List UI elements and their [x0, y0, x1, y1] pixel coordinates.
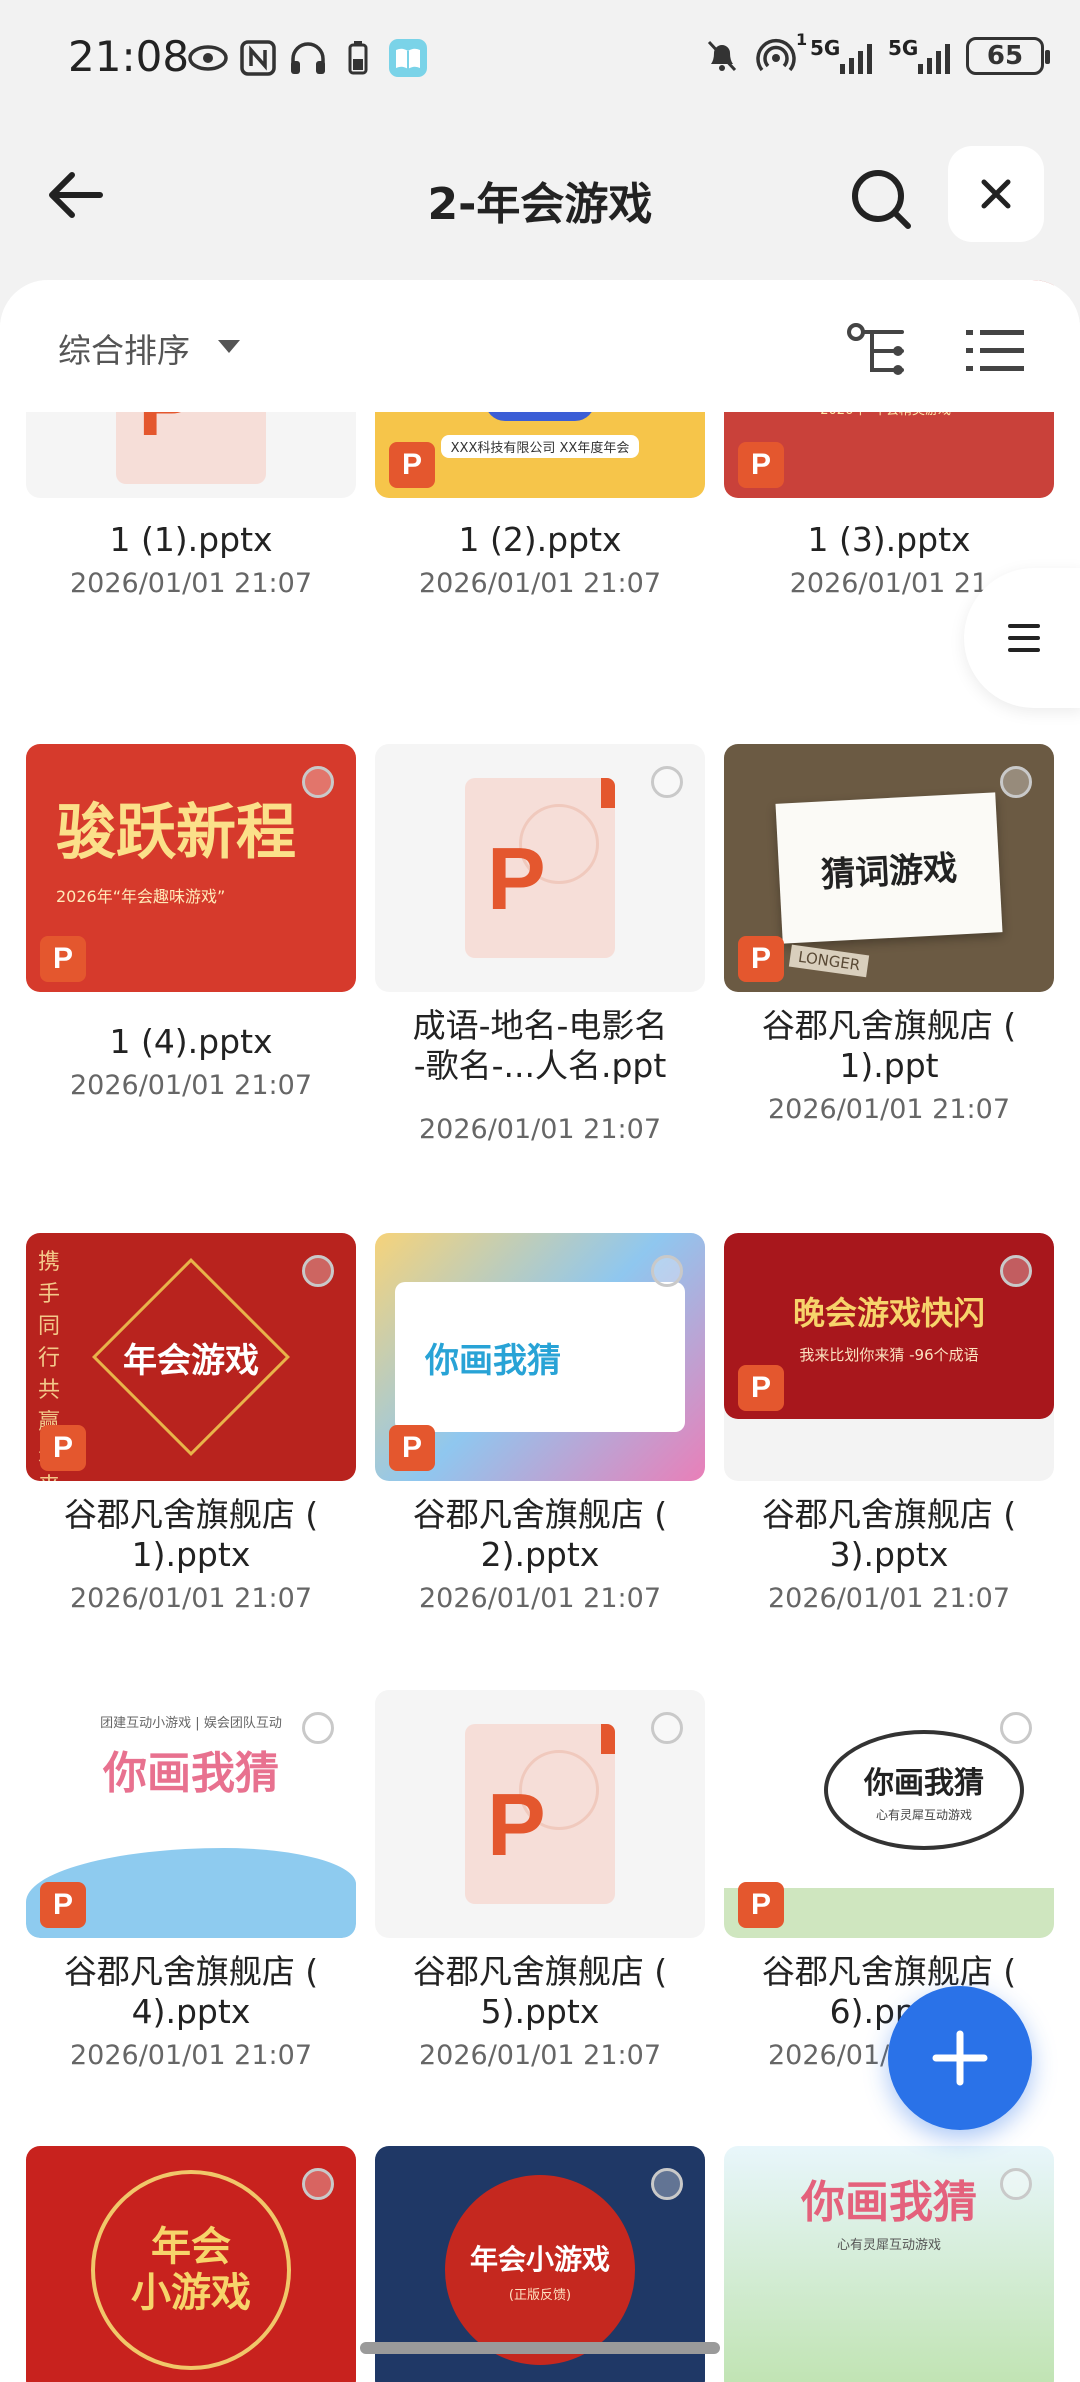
menu-icon	[1008, 624, 1040, 652]
eye-icon	[188, 38, 228, 78]
file-name: 成语-地名-电影名 -歌名-...人名.ppt	[412, 1006, 668, 1085]
file-date: 2026/01/01 21:07	[767, 1583, 1010, 1614]
file-thumbnail: P	[375, 744, 705, 992]
headphones-icon	[288, 38, 328, 78]
file-date: 2026/01/01 21:07	[69, 1583, 312, 1614]
signal-sim2-icon: 5G	[888, 36, 952, 76]
file-name: 1 (1).pptx	[109, 520, 273, 559]
search-button[interactable]	[842, 160, 922, 240]
file-thumbnail: 你画我猜 P	[375, 1233, 705, 1481]
select-checkbox[interactable]	[1000, 1255, 1032, 1287]
plus-icon	[932, 2030, 988, 2086]
select-checkbox[interactable]	[651, 1712, 683, 1744]
file-date: 2026/01/01 21:07	[418, 568, 661, 599]
select-checkbox[interactable]	[1000, 2168, 1032, 2200]
select-checkbox[interactable]	[302, 2168, 334, 2200]
ppt-badge-icon: P	[738, 1882, 784, 1928]
battery-indicator: 65	[966, 37, 1050, 75]
file-name: 谷郡凡舍旗舰店 ( 1).pptx	[63, 1495, 319, 1574]
signal-sim1-icon: 5G 1	[796, 30, 874, 76]
file-date: 2026/01/01 21:07	[418, 2040, 661, 2071]
home-indicator[interactable]	[360, 2342, 720, 2354]
file-thumbnail: 骏跃新程 2026年“年会趣味游戏” P	[26, 744, 356, 992]
file-thumbnail: P	[375, 1690, 705, 1938]
add-button[interactable]	[888, 1986, 1032, 2130]
file-date: 2026/01/01 21:07	[69, 568, 312, 599]
file-thumbnail: 你画我猜 心有灵犀互动游戏 P	[724, 1690, 1054, 1938]
mute-bell-icon	[702, 36, 742, 76]
nfc-icon	[238, 38, 278, 78]
file-date: 2026/01/01 21:07	[69, 1070, 312, 1101]
select-checkbox[interactable]	[651, 1255, 683, 1287]
ppt-badge-icon: P	[40, 1882, 86, 1928]
file-name: 1 (4).pptx	[109, 1022, 273, 1061]
tree-icon	[847, 323, 904, 375]
status-bar: 21:08 5G 1 5G 65	[0, 0, 1080, 120]
ppt-badge-icon: P	[389, 442, 435, 488]
file-name: 谷郡凡舍旗舰店 ( 1).ppt	[761, 1006, 1017, 1085]
status-time: 21:08	[68, 32, 190, 81]
tree-view-button[interactable]	[846, 322, 910, 380]
ppt-badge-icon: P	[40, 1425, 86, 1471]
sort-row: 综合排序	[0, 280, 1080, 412]
select-checkbox[interactable]	[302, 1712, 334, 1744]
select-checkbox[interactable]	[302, 766, 334, 798]
sort-dropdown[interactable]: 综合排序	[58, 324, 190, 372]
file-thumbnail: 团建互动小游戏 | 娱会团队互动 你画我猜 P	[26, 1690, 356, 1938]
file-name: 谷郡凡舍旗舰店 ( 2).pptx	[412, 1495, 668, 1574]
ppt-badge-icon: P	[738, 442, 784, 488]
ppt-badge-icon: P	[389, 1425, 435, 1471]
file-name: 谷郡凡舍旗舰店 ( 3).pptx	[761, 1495, 1017, 1574]
search-icon	[852, 170, 911, 229]
select-checkbox[interactable]	[651, 766, 683, 798]
file-date: 2026/01/01 21:07	[418, 1114, 661, 1145]
list-icon	[966, 330, 1024, 371]
file-date: 2026/01/01 21:07	[767, 1094, 1010, 1125]
file-thumbnail: 你画我猜 心有灵犀互动游戏	[724, 2146, 1054, 2382]
caret-down-icon[interactable]	[218, 340, 240, 353]
file-date: 2026/01/01 21:07	[418, 1583, 661, 1614]
file-name: 1 (2).pptx	[458, 520, 622, 559]
select-checkbox[interactable]	[1000, 766, 1032, 798]
file-date: 2026/01/01 21:07	[69, 2040, 312, 2071]
file-thumbnail: 晚会游戏快闪 我来比划你来猜 -96个成语 P	[724, 1233, 1054, 1481]
ppt-badge-icon: P	[738, 1365, 784, 1411]
file-thumbnail: 年会 小游戏	[26, 2146, 356, 2382]
file-thumbnail: 年会游戏 携手同行 共赢未来 P	[26, 1233, 356, 1481]
close-button[interactable]	[948, 146, 1044, 242]
phone-battery-icon	[338, 38, 378, 78]
close-icon	[981, 179, 1011, 209]
status-right-icons: 5G 1 5G 65	[702, 30, 1050, 76]
ppt-badge-icon: P	[738, 936, 784, 982]
file-thumbnail: 猜词游戏 LONGER P	[724, 744, 1054, 992]
select-checkbox[interactable]	[1000, 1712, 1032, 1744]
hotspot-icon	[756, 36, 796, 76]
select-checkbox[interactable]	[302, 1255, 334, 1287]
file-name: 谷郡凡舍旗舰店 ( 5).pptx	[412, 1952, 668, 2031]
status-left-icons	[188, 38, 428, 78]
book-app-icon	[388, 38, 428, 78]
top-bar: 2-年会游戏	[0, 120, 1080, 270]
ppt-badge-icon: P	[40, 936, 86, 982]
select-checkbox[interactable]	[651, 2168, 683, 2200]
list-view-button[interactable]	[966, 324, 1024, 376]
file-name: 谷郡凡舍旗舰店 ( 4).pptx	[63, 1952, 319, 2031]
file-name: 1 (3).pptx	[807, 520, 971, 559]
